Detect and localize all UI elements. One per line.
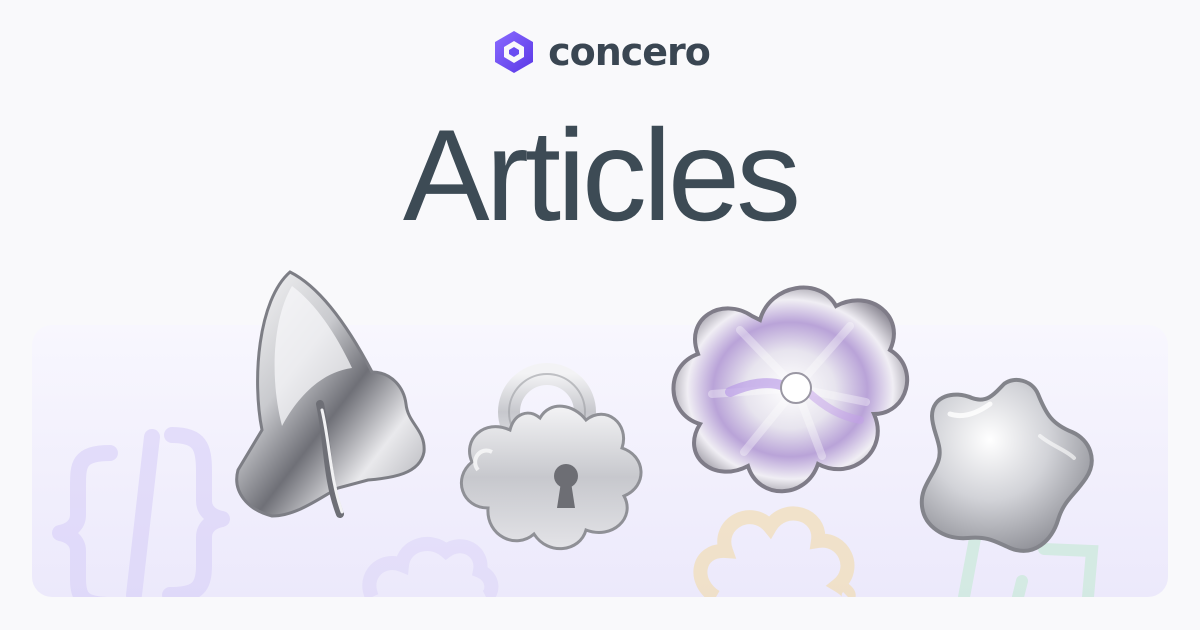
rocket-icon [235,270,426,518]
metallic-objects [235,270,1094,553]
star-icon [919,377,1094,553]
clover-flower-icon [671,285,910,494]
padlock-icon [460,363,643,550]
